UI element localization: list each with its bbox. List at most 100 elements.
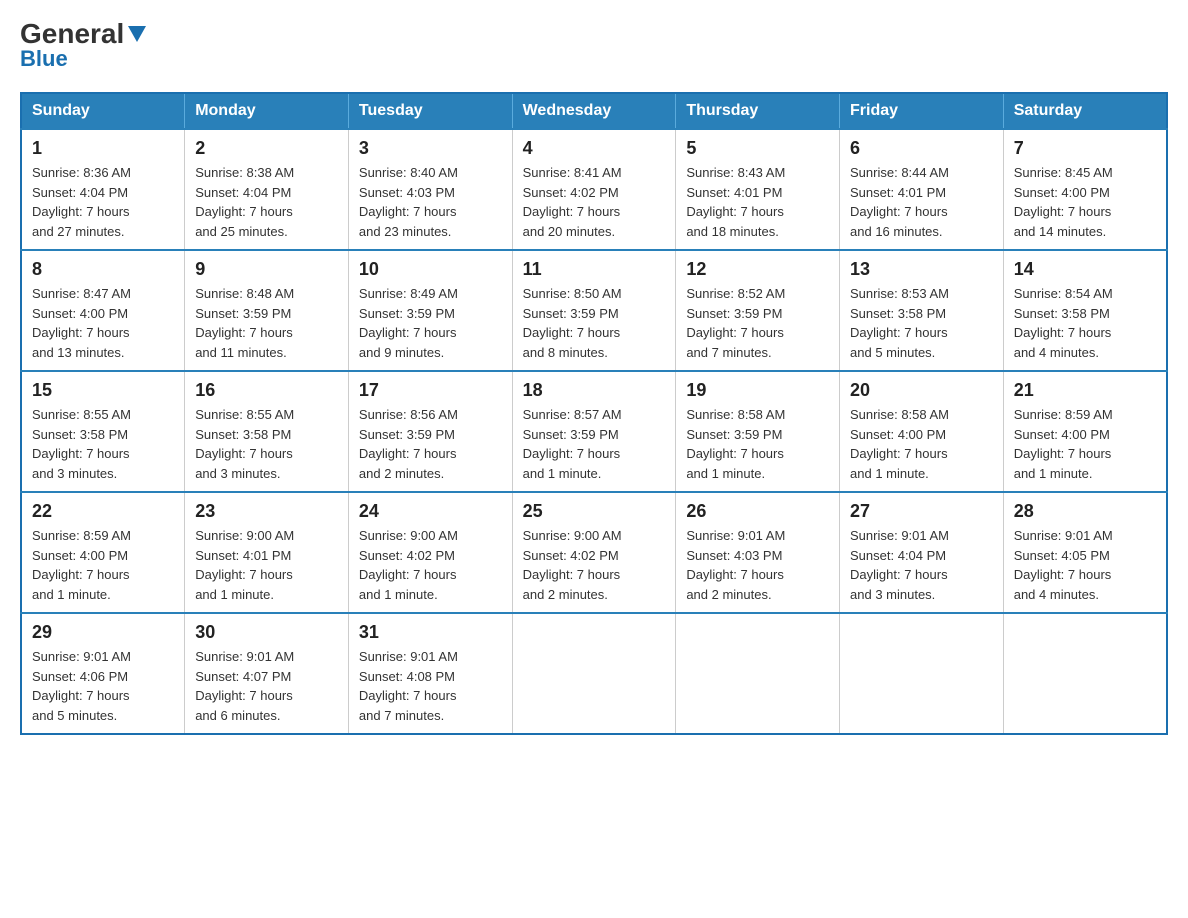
calendar-cell: 21Sunrise: 8:59 AMSunset: 4:00 PMDayligh… — [1003, 371, 1167, 492]
day-info: Sunrise: 9:01 AMSunset: 4:03 PMDaylight:… — [686, 526, 829, 604]
calendar-cell: 2 Sunrise: 8:38 AMSunset: 4:04 PMDaylight… — [185, 129, 349, 250]
day-number: 7 — [1014, 138, 1156, 159]
calendar-cell: 11 Sunrise: 8:50 AMSunset: 3:59 PMDayligh… — [512, 250, 676, 371]
day-number: 28 — [1014, 501, 1156, 522]
calendar-cell — [676, 613, 840, 734]
header-wednesday: Wednesday — [512, 93, 676, 129]
calendar-cell — [1003, 613, 1167, 734]
day-info: Sunrise: 8:38 AMSunset: 4:04 PMDaylight:… — [195, 163, 338, 241]
calendar-cell: 28 Sunrise: 9:01 AMSunset: 4:05 PMDayligh… — [1003, 492, 1167, 613]
day-number: 20 — [850, 380, 993, 401]
calendar-cell: 7 Sunrise: 8:45 AMSunset: 4:00 PMDaylight… — [1003, 129, 1167, 250]
calendar-cell: 17 Sunrise: 8:56 AMSunset: 3:59 PMDayligh… — [348, 371, 512, 492]
day-number: 18 — [523, 380, 666, 401]
day-info: Sunrise: 9:01 AMSunset: 4:07 PMDaylight:… — [195, 647, 338, 725]
day-number: 8 — [32, 259, 174, 280]
calendar-cell: 26 Sunrise: 9:01 AMSunset: 4:03 PMDayligh… — [676, 492, 840, 613]
day-number: 15 — [32, 380, 174, 401]
day-info: Sunrise: 8:44 AMSunset: 4:01 PMDaylight:… — [850, 163, 993, 241]
day-info: Sunrise: 9:00 AMSunset: 4:01 PMDaylight:… — [195, 526, 338, 604]
calendar-cell: 16 Sunrise: 8:55 AMSunset: 3:58 PMDayligh… — [185, 371, 349, 492]
logo-blue-text: Blue — [20, 46, 68, 72]
day-info: Sunrise: 8:55 AMSunset: 3:58 PMDaylight:… — [32, 405, 174, 483]
calendar-cell: 13Sunrise: 8:53 AMSunset: 3:58 PMDayligh… — [840, 250, 1004, 371]
calendar-cell — [512, 613, 676, 734]
day-info: Sunrise: 9:01 AMSunset: 4:08 PMDaylight:… — [359, 647, 502, 725]
day-number: 17 — [359, 380, 502, 401]
calendar-cell: 9 Sunrise: 8:48 AMSunset: 3:59 PMDaylight… — [185, 250, 349, 371]
header-thursday: Thursday — [676, 93, 840, 129]
day-info: Sunrise: 9:00 AMSunset: 4:02 PMDaylight:… — [523, 526, 666, 604]
day-number: 2 — [195, 138, 338, 159]
logo-triangle-icon — [126, 22, 148, 44]
day-info: Sunrise: 9:00 AMSunset: 4:02 PMDaylight:… — [359, 526, 502, 604]
calendar-cell: 22 Sunrise: 8:59 AMSunset: 4:00 PMDayligh… — [21, 492, 185, 613]
day-number: 24 — [359, 501, 502, 522]
day-number: 6 — [850, 138, 993, 159]
day-number: 9 — [195, 259, 338, 280]
day-info: Sunrise: 8:43 AMSunset: 4:01 PMDaylight:… — [686, 163, 829, 241]
week-row-2: 8 Sunrise: 8:47 AMSunset: 4:00 PMDaylight… — [21, 250, 1167, 371]
day-number: 3 — [359, 138, 502, 159]
calendar-cell: 29Sunrise: 9:01 AMSunset: 4:06 PMDayligh… — [21, 613, 185, 734]
calendar-cell: 6 Sunrise: 8:44 AMSunset: 4:01 PMDaylight… — [840, 129, 1004, 250]
day-info: Sunrise: 8:47 AMSunset: 4:00 PMDaylight:… — [32, 284, 174, 362]
day-info: Sunrise: 8:58 AMSunset: 4:00 PMDaylight:… — [850, 405, 993, 483]
day-number: 21 — [1014, 380, 1156, 401]
logo: General Blue — [20, 20, 148, 72]
calendar-cell: 23 Sunrise: 9:00 AMSunset: 4:01 PMDayligh… — [185, 492, 349, 613]
calendar-cell: 19Sunrise: 8:58 AMSunset: 3:59 PMDayligh… — [676, 371, 840, 492]
day-number: 25 — [523, 501, 666, 522]
calendar-cell: 18 Sunrise: 8:57 AMSunset: 3:59 PMDayligh… — [512, 371, 676, 492]
day-number: 27 — [850, 501, 993, 522]
calendar-cell: 4 Sunrise: 8:41 AMSunset: 4:02 PMDaylight… — [512, 129, 676, 250]
calendar-cell: 14 Sunrise: 8:54 AMSunset: 3:58 PMDayligh… — [1003, 250, 1167, 371]
day-info: Sunrise: 8:59 AMSunset: 4:00 PMDaylight:… — [32, 526, 174, 604]
header-tuesday: Tuesday — [348, 93, 512, 129]
day-info: Sunrise: 8:56 AMSunset: 3:59 PMDaylight:… — [359, 405, 502, 483]
day-number: 19 — [686, 380, 829, 401]
day-info: Sunrise: 9:01 AMSunset: 4:04 PMDaylight:… — [850, 526, 993, 604]
calendar-cell — [840, 613, 1004, 734]
day-info: Sunrise: 8:54 AMSunset: 3:58 PMDaylight:… — [1014, 284, 1156, 362]
day-info: Sunrise: 8:45 AMSunset: 4:00 PMDaylight:… — [1014, 163, 1156, 241]
day-info: Sunrise: 8:50 AMSunset: 3:59 PMDaylight:… — [523, 284, 666, 362]
day-number: 12 — [686, 259, 829, 280]
header-sunday: Sunday — [21, 93, 185, 129]
day-info: Sunrise: 8:41 AMSunset: 4:02 PMDaylight:… — [523, 163, 666, 241]
header-monday: Monday — [185, 93, 349, 129]
header-friday: Friday — [840, 93, 1004, 129]
day-info: Sunrise: 8:48 AMSunset: 3:59 PMDaylight:… — [195, 284, 338, 362]
week-row-1: 1Sunrise: 8:36 AMSunset: 4:04 PMDaylight… — [21, 129, 1167, 250]
header-saturday: Saturday — [1003, 93, 1167, 129]
day-info: Sunrise: 8:49 AMSunset: 3:59 PMDaylight:… — [359, 284, 502, 362]
day-number: 16 — [195, 380, 338, 401]
calendar-cell: 20 Sunrise: 8:58 AMSunset: 4:00 PMDayligh… — [840, 371, 1004, 492]
day-info: Sunrise: 8:52 AMSunset: 3:59 PMDaylight:… — [686, 284, 829, 362]
week-row-5: 29Sunrise: 9:01 AMSunset: 4:06 PMDayligh… — [21, 613, 1167, 734]
day-number: 22 — [32, 501, 174, 522]
week-row-3: 15 Sunrise: 8:55 AMSunset: 3:58 PMDayligh… — [21, 371, 1167, 492]
calendar-cell: 31 Sunrise: 9:01 AMSunset: 4:08 PMDayligh… — [348, 613, 512, 734]
day-number: 4 — [523, 138, 666, 159]
logo-general-text: General — [20, 20, 124, 48]
day-number: 11 — [523, 259, 666, 280]
calendar-cell: 27 Sunrise: 9:01 AMSunset: 4:04 PMDayligh… — [840, 492, 1004, 613]
day-info: Sunrise: 8:55 AMSunset: 3:58 PMDaylight:… — [195, 405, 338, 483]
day-number: 14 — [1014, 259, 1156, 280]
day-number: 23 — [195, 501, 338, 522]
day-number: 10 — [359, 259, 502, 280]
day-info: Sunrise: 9:01 AMSunset: 4:06 PMDaylight:… — [32, 647, 174, 725]
day-info: Sunrise: 8:53 AMSunset: 3:58 PMDaylight:… — [850, 284, 993, 362]
calendar-cell: 1Sunrise: 8:36 AMSunset: 4:04 PMDaylight… — [21, 129, 185, 250]
day-number: 26 — [686, 501, 829, 522]
day-info: Sunrise: 9:01 AMSunset: 4:05 PMDaylight:… — [1014, 526, 1156, 604]
day-info: Sunrise: 8:57 AMSunset: 3:59 PMDaylight:… — [523, 405, 666, 483]
calendar-cell: 10 Sunrise: 8:49 AMSunset: 3:59 PMDayligh… — [348, 250, 512, 371]
calendar-cell: 3 Sunrise: 8:40 AMSunset: 4:03 PMDaylight… — [348, 129, 512, 250]
day-info: Sunrise: 8:40 AMSunset: 4:03 PMDaylight:… — [359, 163, 502, 241]
day-number: 5 — [686, 138, 829, 159]
day-info: Sunrise: 8:36 AMSunset: 4:04 PMDaylight:… — [32, 163, 174, 241]
day-number: 31 — [359, 622, 502, 643]
header-row: SundayMondayTuesdayWednesdayThursdayFrid… — [21, 93, 1167, 129]
